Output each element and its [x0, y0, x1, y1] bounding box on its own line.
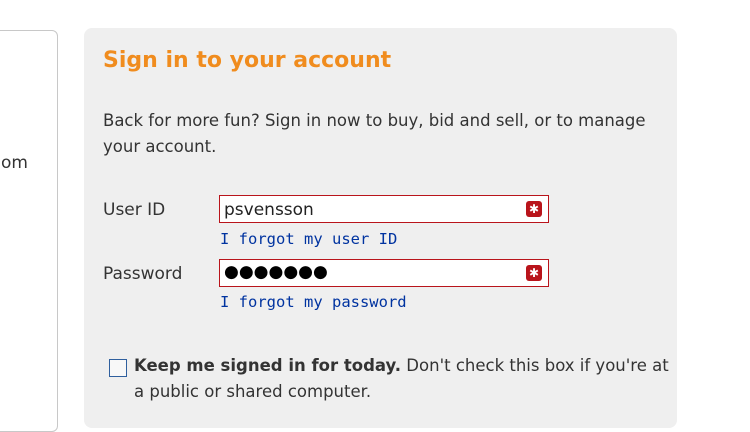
password-masked-value: ●●●●●●●: [224, 262, 328, 282]
error-x-icon: ✱: [526, 201, 542, 217]
signin-title: Sign in to your account: [103, 48, 392, 73]
error-x-icon: ✱: [526, 265, 542, 281]
left-side-panel: om: [0, 30, 58, 432]
user-id-label: User ID: [103, 200, 166, 220]
signin-intro-text: Back for more fun? Sign in now to buy, b…: [103, 111, 646, 156]
keep-signed-in-checkbox[interactable]: [109, 359, 127, 377]
password-input[interactable]: ●●●●●●● ✱: [219, 259, 549, 287]
left-panel-text-fragment: om: [1, 153, 28, 173]
forgot-user-id-link[interactable]: I forgot my user ID: [220, 230, 397, 248]
signin-card: Sign in to your account Back for more fu…: [84, 28, 677, 428]
password-label: Password: [103, 264, 183, 284]
user-id-value: psvensson: [224, 200, 314, 220]
user-id-input[interactable]: psvensson ✱: [219, 195, 549, 223]
keep-signed-in-label[interactable]: Keep me signed in for today. Don't check…: [134, 353, 669, 405]
keep-signed-in-bold-text: Keep me signed in for today.: [134, 356, 402, 375]
forgot-password-link[interactable]: I forgot my password: [220, 293, 407, 311]
